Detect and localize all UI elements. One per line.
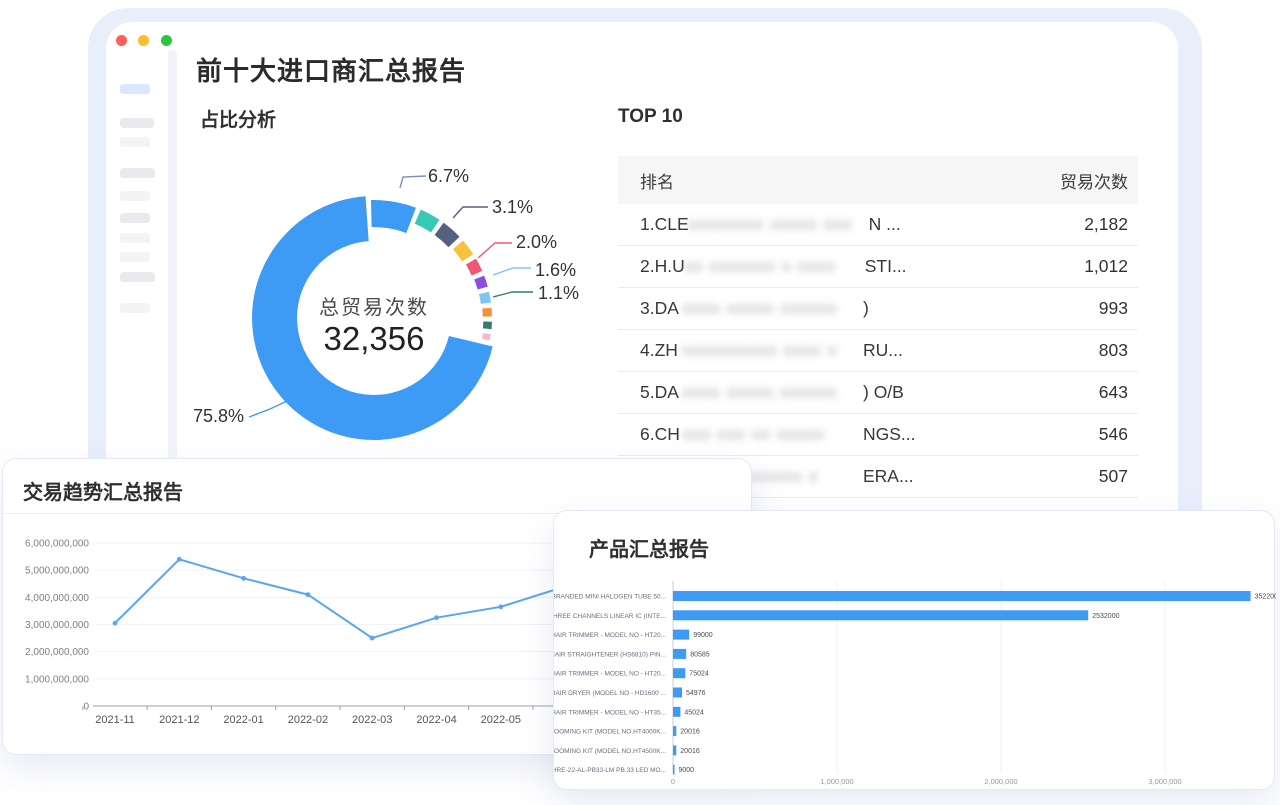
x-axis-label: 2022-01 bbox=[223, 714, 263, 726]
y-axis-label: 2,000,000,000 bbox=[25, 647, 89, 658]
x-axis-label: 2,000,000 bbox=[984, 777, 1017, 786]
data-point[interactable] bbox=[177, 557, 182, 562]
bar-value-label: 45024 bbox=[684, 709, 704, 716]
product-label: HRE-22-AL-PB33-LM PB.33 LED MO... bbox=[554, 767, 666, 774]
product-bar[interactable] bbox=[673, 610, 1088, 620]
product-bar[interactable] bbox=[673, 707, 680, 717]
product-bar[interactable] bbox=[673, 649, 686, 659]
y-axis-label: 5,000,000,000 bbox=[25, 566, 89, 577]
product-label: HAIR TRIMMER - MODEL NO - HT20... bbox=[554, 671, 666, 678]
trend-line bbox=[115, 559, 565, 638]
product-bar[interactable] bbox=[673, 688, 682, 698]
product-label: GROOMING KIT (MODEL NO.HT4000K... bbox=[554, 729, 666, 736]
x-axis-label: 2022-05 bbox=[481, 714, 521, 726]
y-axis-label: 4,000,000,000 bbox=[25, 593, 89, 604]
product-bar[interactable] bbox=[673, 591, 1251, 601]
bar-value-label: 3522000 bbox=[1255, 594, 1276, 601]
data-point[interactable] bbox=[113, 621, 118, 626]
product-bar[interactable] bbox=[673, 726, 676, 736]
x-axis-label: 0 bbox=[671, 777, 675, 786]
product-label: GROOMING KIT (MODEL NO.HT4500K... bbox=[554, 748, 666, 755]
product-label: HAIR STRAIGHTENER (HS6810) PIN... bbox=[554, 651, 666, 658]
y-axis-label: 0 bbox=[83, 702, 89, 713]
bar-value-label: 54976 bbox=[686, 690, 706, 697]
product-label: THREE CHANNELS LINEAR IC (INTE... bbox=[554, 613, 666, 620]
product-bar[interactable] bbox=[673, 765, 675, 775]
x-axis-label: 2022-02 bbox=[288, 714, 328, 726]
bar-value-label: 9000 bbox=[679, 767, 695, 774]
bar-value-label: 20016 bbox=[680, 748, 700, 755]
x-axis-label: 1,000,000 bbox=[820, 777, 853, 786]
y-axis-label: 1,000,000,000 bbox=[25, 674, 89, 685]
x-axis-label: 2022-04 bbox=[416, 714, 456, 726]
data-point[interactable] bbox=[370, 636, 375, 641]
data-point[interactable] bbox=[498, 604, 503, 609]
product-label: HAIR TRIMMER - MODEL NO - HT20... bbox=[554, 632, 666, 639]
bar-value-label: 99000 bbox=[693, 632, 713, 639]
bar-value-label: 20016 bbox=[680, 729, 700, 736]
x-axis-label: 2021-12 bbox=[159, 714, 199, 726]
y-axis-label: 3,000,000,000 bbox=[25, 620, 89, 631]
screenshot-canvas: 前十大进口商汇总报告 占比分析 TOP 10 6.7% 3.1% 2.0% 1.… bbox=[0, 0, 1280, 805]
data-point[interactable] bbox=[241, 576, 246, 581]
x-axis-label: 3,000,000 bbox=[1148, 777, 1181, 786]
product-bar-chart: 0 1,000,000 2,000,000 3,000,000 UNBRANDED MI… bbox=[554, 511, 1276, 791]
data-point[interactable] bbox=[434, 615, 439, 620]
product-bar[interactable] bbox=[673, 630, 689, 640]
x-axis-label: 2022-03 bbox=[352, 714, 392, 726]
bar-value-label: 2532000 bbox=[1092, 613, 1119, 620]
product-label: UNBRANDED MINI HALOGEN TUBE 50... bbox=[554, 594, 666, 601]
data-point[interactable] bbox=[306, 592, 311, 597]
product-label: HAIR DRYER (MODEL NO - HD1600 ... bbox=[554, 690, 666, 697]
product-label: HAIR TRIMMER - MODEL NO - HT35... bbox=[554, 709, 666, 716]
x-axis-label: 2021-11 bbox=[95, 714, 135, 726]
y-axis-label: 6,000,000,000 bbox=[25, 539, 89, 550]
product-bar[interactable] bbox=[673, 745, 676, 755]
product-bar[interactable] bbox=[673, 668, 685, 678]
product-report-card: 产品汇总报告 01,000,0002,000,0003,000,000UNBRA… bbox=[553, 510, 1275, 790]
bar-value-label: 75024 bbox=[689, 671, 709, 678]
bar-value-label: 80585 bbox=[690, 651, 710, 658]
